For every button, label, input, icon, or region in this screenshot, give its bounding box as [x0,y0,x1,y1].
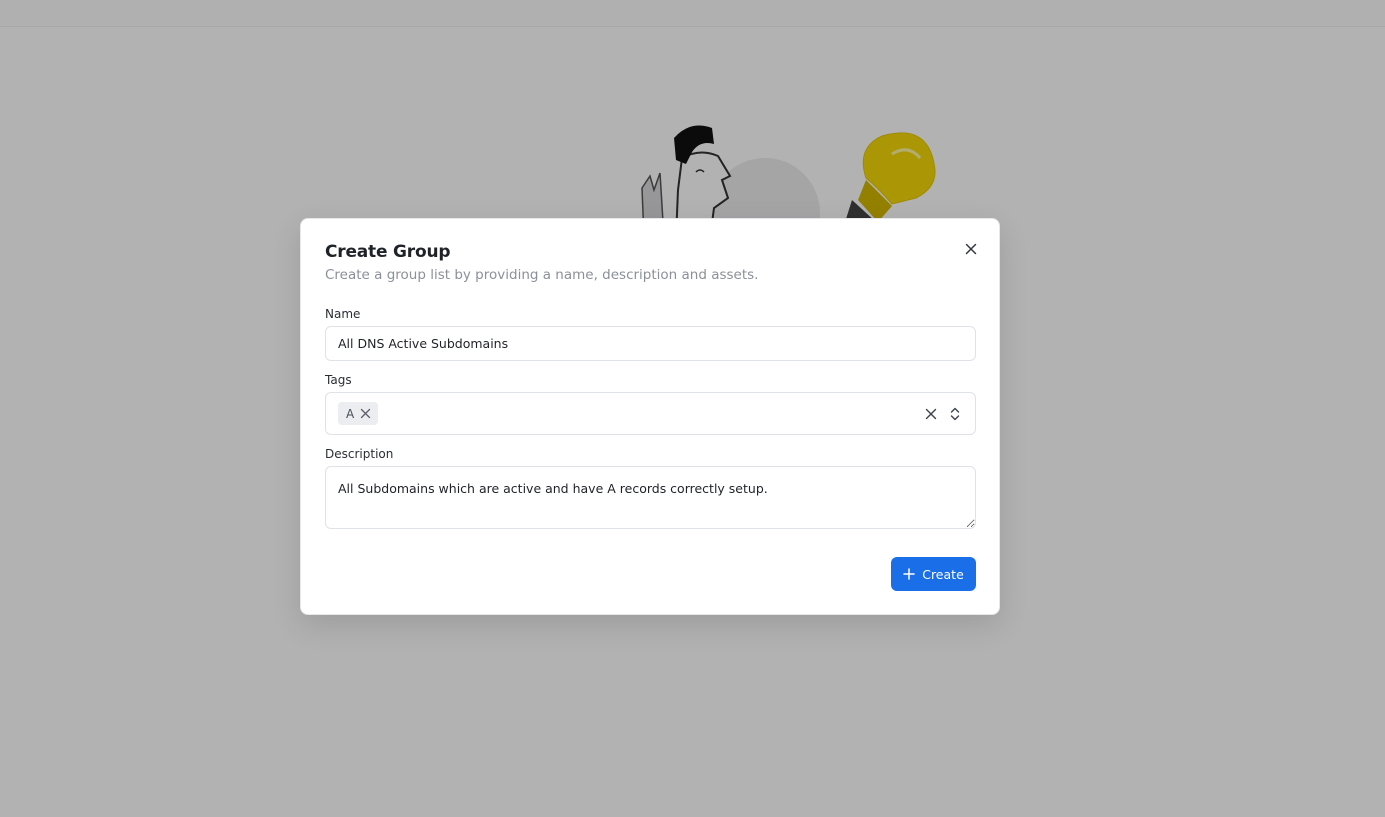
page-background: Create Group Create a group list by prov… [0,0,1385,817]
chevron-up-down-icon [950,407,960,421]
create-group-dialog: Create Group Create a group list by prov… [300,218,1000,615]
tags-clear-button[interactable] [922,405,940,423]
tags-dropdown-toggle[interactable] [946,404,964,424]
create-button[interactable]: Create [891,557,976,591]
close-button[interactable] [961,239,981,259]
dialog-title: Create Group [325,242,451,262]
description-label: Description [325,447,394,461]
plus-icon [903,568,915,580]
name-input[interactable] [325,326,976,361]
tag-remove-button[interactable] [358,407,372,421]
create-button-label: Create [922,566,964,582]
description-textarea[interactable]: All Subdomains which are active and have… [325,466,976,529]
tags-multiselect[interactable]: A [325,392,976,435]
close-icon [925,408,937,420]
dialog-description: Create a group list by providing a name,… [325,267,759,283]
x-icon [360,408,370,419]
close-icon [965,243,977,255]
name-label: Name [325,307,361,321]
tag-chip: A [338,402,379,425]
tag-chip-label: A [346,406,355,421]
tags-label: Tags [325,373,352,387]
